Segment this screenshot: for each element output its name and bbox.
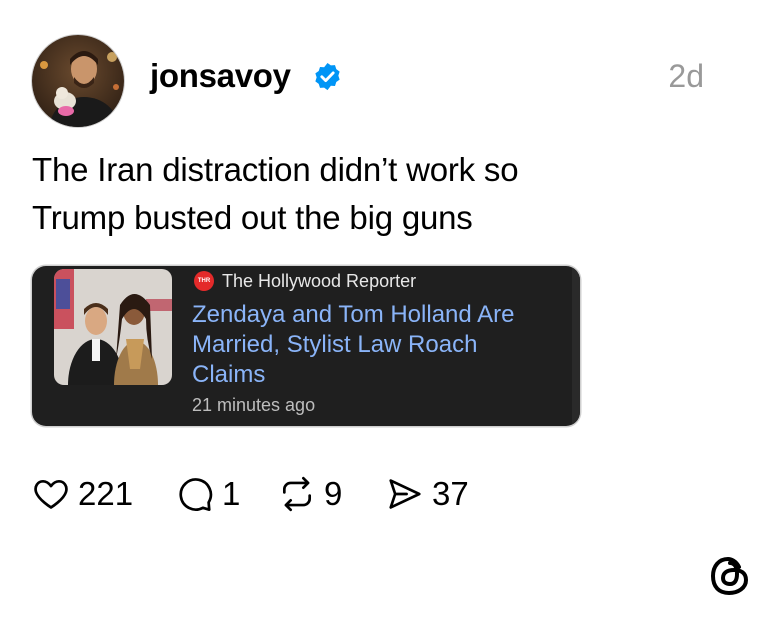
heart-icon [34,479,68,509]
repost-button[interactable]: 9 [278,474,342,514]
send-icon [389,479,421,509]
card-scroll-edge [572,266,580,426]
avatar-image [32,35,124,127]
reply-count: 1 [222,475,241,512]
repost-icon [282,476,312,512]
share-count: 37 [432,475,469,512]
link-headline[interactable]: Zendaya and Tom Holland Are Married, Sty… [192,300,562,390]
username[interactable]: jonsavoy [150,56,291,96]
post-text: The Iran distraction didn’t work so Trum… [32,146,732,242]
thumbnail-image [54,269,172,385]
headline-line: Zendaya and Tom Holland Are [192,301,515,328]
post-text-line: The Iran distraction didn’t work so [32,151,519,188]
avatar[interactable] [32,35,124,127]
post-timestamp[interactable]: 2d [668,56,704,96]
link-preview-thumbnail [54,269,172,385]
share-button[interactable]: 37 [386,474,469,514]
link-timestamp: 21 minutes ago [192,395,316,415]
headline-line: Claims [192,361,266,388]
repost-count: 9 [324,475,343,512]
headline-line: Married, Stylist Law Roach [192,331,478,358]
link-preview-card[interactable]: THR The Hollywood Reporter Zendaya and T… [32,266,580,426]
like-count: 221 [78,475,134,512]
like-button[interactable]: 221 [32,474,133,514]
post-text-line: Trump busted out the big guns [32,199,473,236]
verified-badge-icon [315,62,340,91]
threads-logo-icon[interactable] [709,553,751,599]
comment-bubble-icon [179,478,213,512]
reply-button[interactable]: 1 [176,474,240,514]
link-source-name: The Hollywood Reporter [222,271,417,291]
source-logo-icon: THR [194,271,214,291]
